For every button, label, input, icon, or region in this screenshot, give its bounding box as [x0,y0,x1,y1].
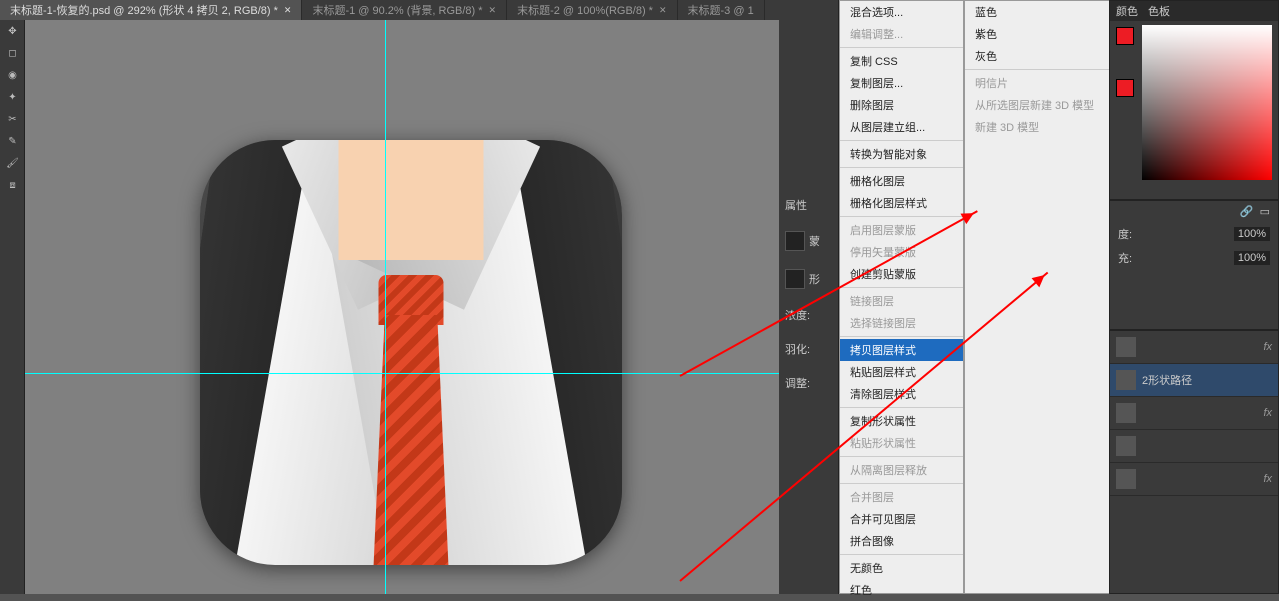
menu-release-isolation: 从隔离图层释放 [840,459,963,481]
tab-doc-2[interactable]: 末标题-1 @ 90.2% (背景, RGB/8) *✕ [302,0,507,20]
opacity-value[interactable]: 100% [1234,227,1270,241]
layer-thumb-icon [1116,370,1136,390]
submenu-blue[interactable]: 蓝色 [965,1,1118,23]
color-picker-gradient[interactable] [1142,25,1272,180]
fill-value[interactable]: 100% [1234,251,1270,265]
layer-options-panel: 🔗 ▭ 度: 100% 充: 100% [1109,200,1279,330]
layer-thumb-icon [1116,469,1136,489]
foreground-swatch[interactable] [1116,27,1134,45]
menu-create-clipping-mask[interactable]: 创建剪贴蒙版 [840,263,963,285]
submenu-new-3d-model: 新建 3D 模型 [965,116,1118,138]
fx-badge[interactable]: fx [1263,341,1272,353]
eyedrop-tool-icon[interactable]: ✎ [0,130,25,152]
properties-panel: 属性 蒙 形 浓度: 羽化: 调整: [779,0,839,594]
stamp-tool-icon[interactable]: ⧈ [0,174,25,196]
close-icon[interactable]: ✕ [659,5,667,16]
layer-row[interactable]: fx [1110,463,1278,496]
wand-tool-icon[interactable]: ✦ [0,86,25,108]
properties-title[interactable]: 属性 [785,197,832,213]
align-icon[interactable]: ▭ [1260,205,1270,218]
menu-duplicate-layer[interactable]: 复制图层... [840,72,963,94]
submenu-new-3d-from-layer: 从所选图层新建 3D 模型 [965,94,1118,116]
submenu-purple[interactable]: 紫色 [965,23,1118,45]
layer-thumb-icon [1116,436,1136,456]
submenu-gray[interactable]: 灰色 [965,45,1118,67]
marquee-tool-icon[interactable]: ◻ [0,42,25,64]
menu-convert-smart-object[interactable]: 转换为智能对象 [840,143,963,165]
tab-doc-4[interactable]: 末标题-3 @ 1 [678,0,765,20]
menu-delete-layer[interactable]: 删除图层 [840,94,963,116]
menu-group-layers[interactable]: 从图层建立组... [840,116,963,138]
swatches-tab[interactable]: 色板 [1148,3,1170,19]
menu-link-layers: 链接图层 [840,290,963,312]
guide-horizontal[interactable] [25,373,779,374]
layers-panel: fx 2形状路径 fx fx [1109,330,1279,594]
fill-label: 充: [1118,250,1132,266]
layer-row[interactable]: fx [1110,331,1278,364]
menu-red[interactable]: 红色 [840,579,963,601]
toolbox: ✥ ◻ ◉ ✦ ✂ ✎ 🖌 ⧈ [0,20,25,594]
adjust-label: 调整: [785,375,810,391]
close-icon[interactable]: ✕ [489,5,497,16]
layer-row[interactable] [1110,430,1278,463]
menu-blend-options[interactable]: 混合选项... [840,1,963,23]
background-swatch[interactable] [1116,79,1134,97]
menu-rasterize-layer[interactable]: 栅格化图层 [840,170,963,192]
move-tool-icon[interactable]: ✥ [0,20,25,42]
brush-tool-icon[interactable]: 🖌 [0,152,25,174]
layer-context-menu: 混合选项... 编辑调整... 复制 CSS 复制图层... 删除图层 从图层建… [839,0,964,594]
shape-thumb-icon[interactable] [785,269,805,289]
color-tab[interactable]: 颜色 [1116,3,1138,19]
tab-doc-3[interactable]: 末标题-2 @ 100%(RGB/8) *✕ [507,0,677,20]
menu-merge-visible[interactable]: 合并可见图层 [840,508,963,530]
layer-row-selected[interactable]: 2形状路径 [1110,364,1278,397]
layer-row[interactable]: fx [1110,397,1278,430]
tab-doc-1[interactable]: 末标题-1-恢复的.psd @ 292% (形状 4 拷贝 2, RGB/8) … [0,0,302,20]
feather-label: 羽化: [785,341,810,357]
submenu-postcard: 明信片 [965,72,1118,94]
menu-no-color[interactable]: 无颜色 [840,557,963,579]
opacity-label: 度: [1118,226,1132,242]
menu-select-linked: 选择链接图层 [840,312,963,334]
menu-rasterize-style[interactable]: 栅格化图层样式 [840,192,963,214]
canvas-viewport[interactable] [25,20,779,594]
color-submenu: 蓝色 紫色 灰色 明信片 从所选图层新建 3D 模型 新建 3D 模型 [964,0,1119,594]
mask-thumb-icon[interactable] [785,231,805,251]
fx-badge[interactable]: fx [1263,473,1272,485]
artboard-icon-preview [200,140,622,565]
close-icon[interactable]: ✕ [284,5,292,16]
menu-flatten-image[interactable]: 拼合图像 [840,530,963,552]
menu-paste-layer-style[interactable]: 粘贴图层样式 [840,361,963,383]
guide-vertical[interactable] [385,20,386,594]
layer-thumb-icon [1116,337,1136,357]
fx-badge[interactable]: fx [1263,407,1272,419]
color-panel: 颜色 色板 [1109,0,1279,200]
chain-icon[interactable]: 🔗 [1240,205,1254,218]
menu-paste-shape-attr: 粘贴形状属性 [840,432,963,454]
layer-thumb-icon [1116,403,1136,423]
lasso-tool-icon[interactable]: ◉ [0,64,25,86]
crop-tool-icon[interactable]: ✂ [0,108,25,130]
menu-merge-layers: 合并图层 [840,486,963,508]
menu-edit-adjustment: 编辑调整... [840,23,963,45]
menu-copy-css[interactable]: 复制 CSS [840,50,963,72]
